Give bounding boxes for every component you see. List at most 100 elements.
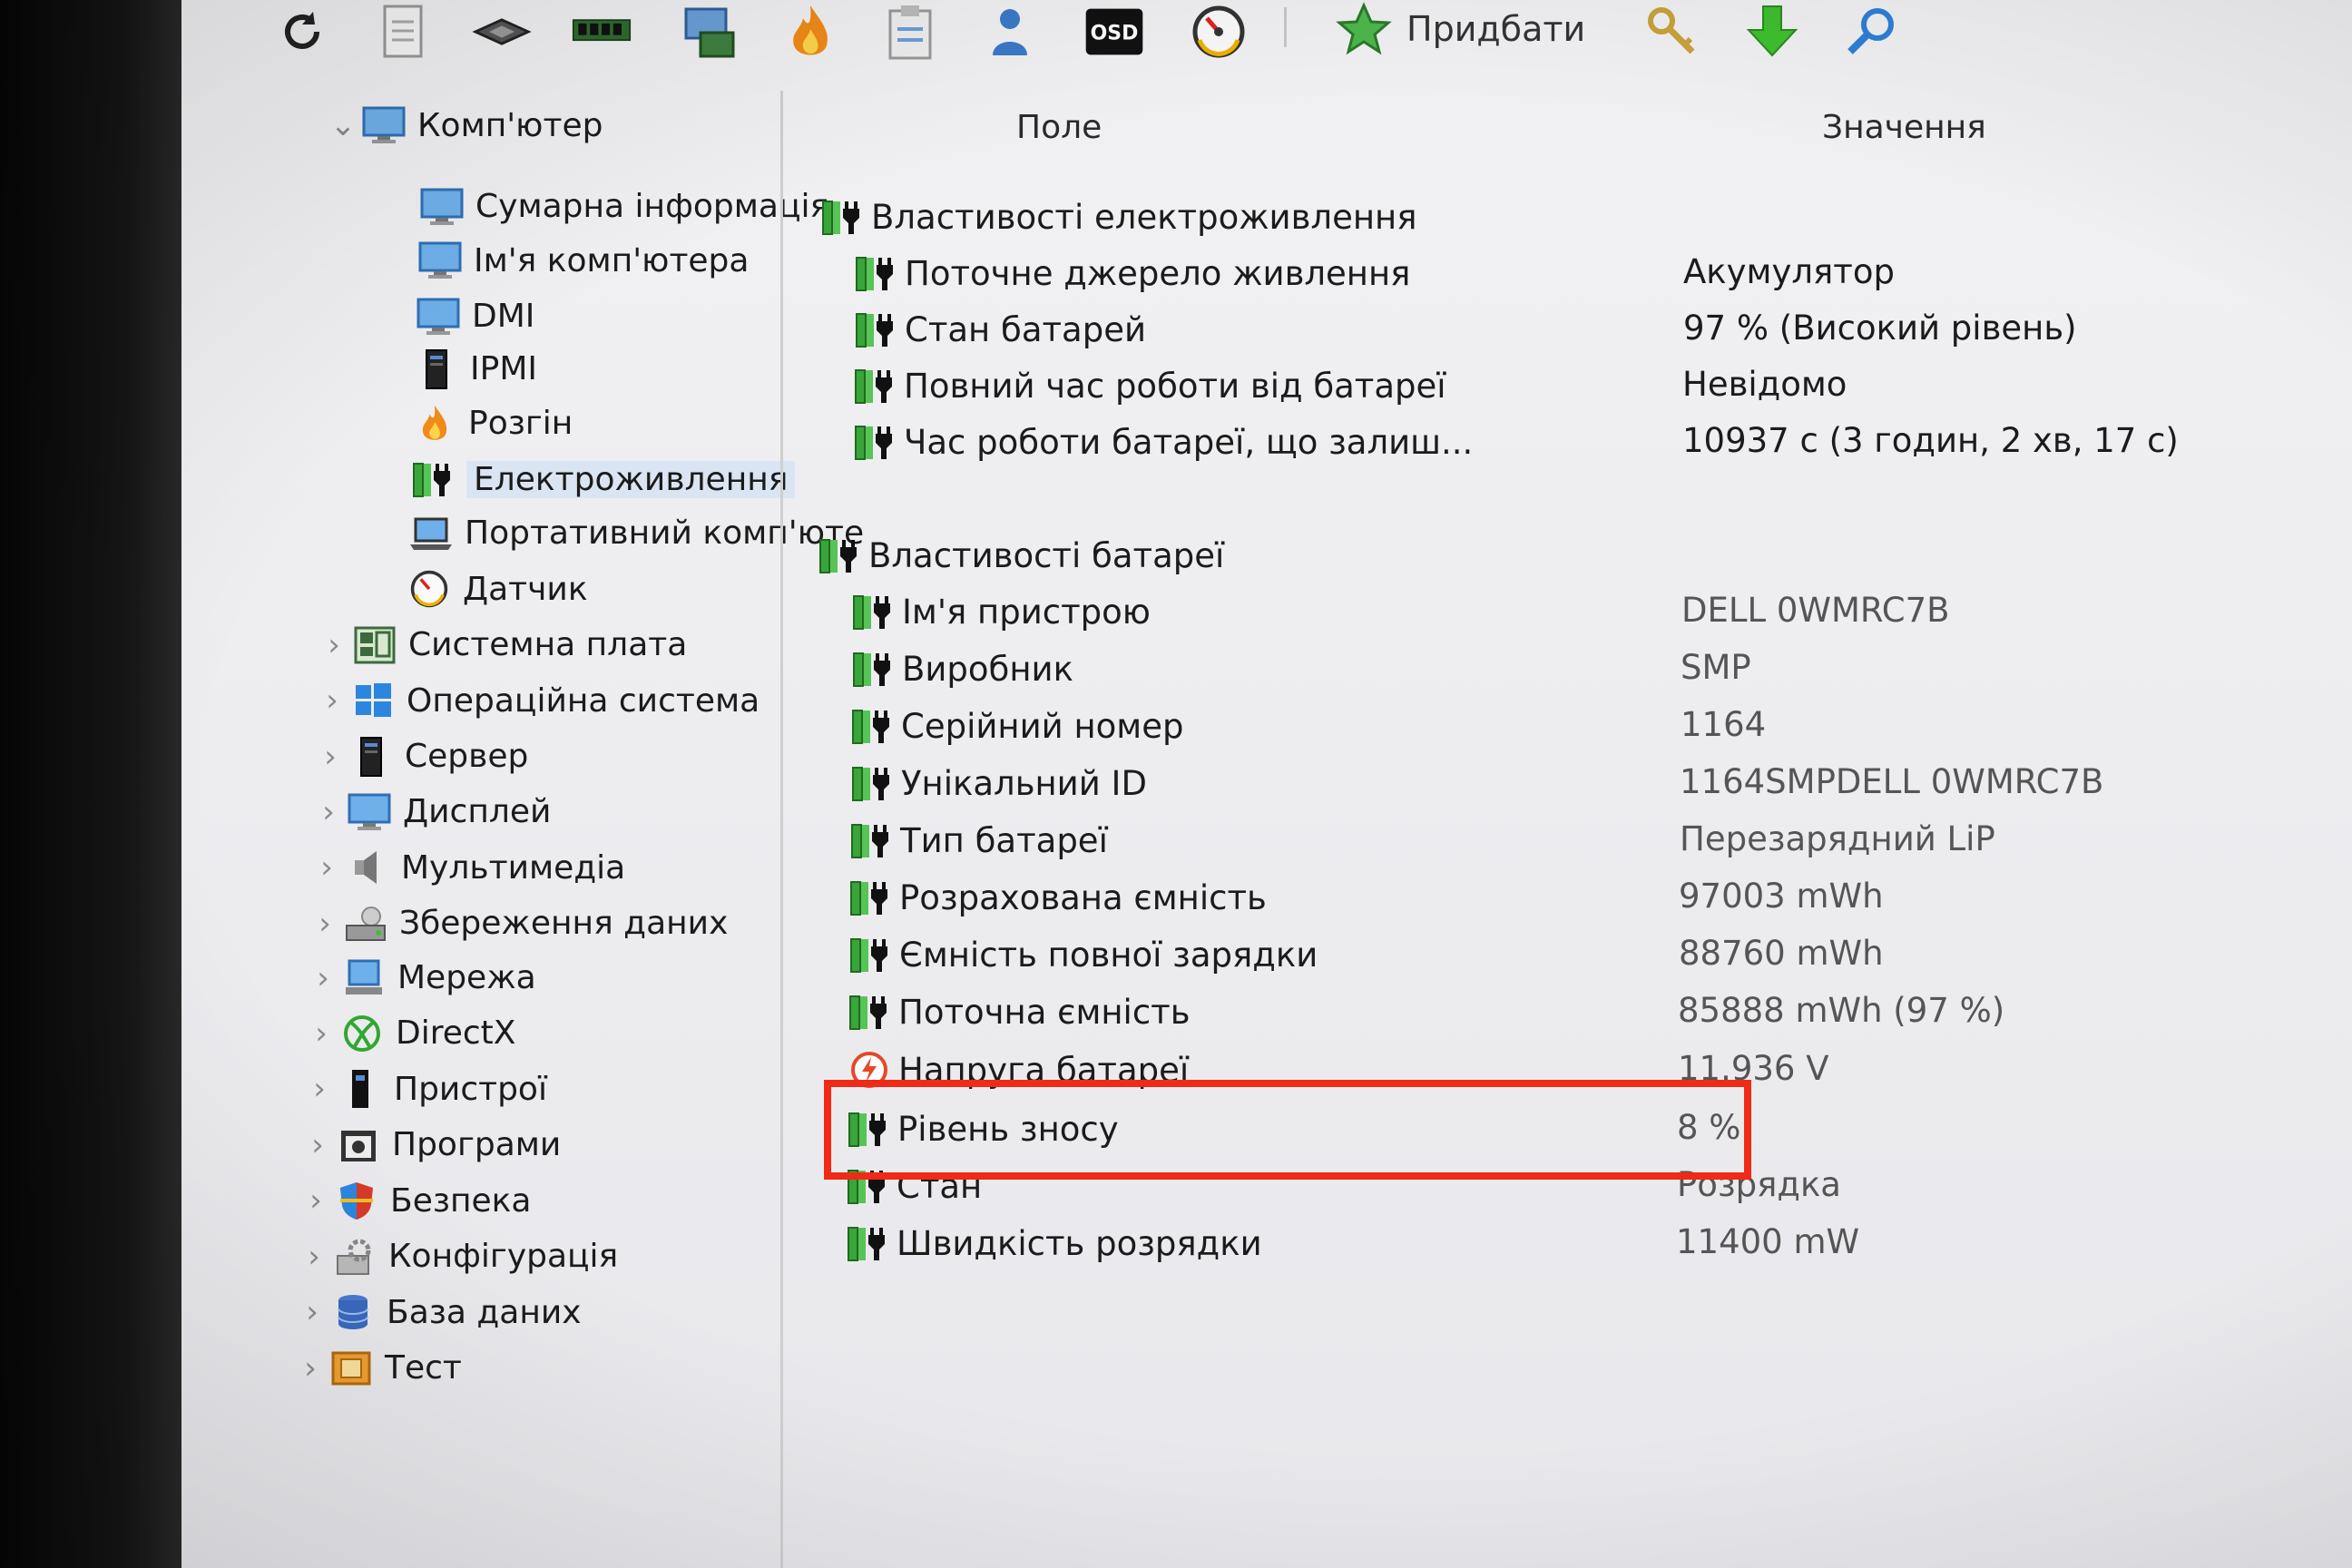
refresh-icon[interactable] — [272, 2, 332, 62]
list-item[interactable]: Стан батарей — [850, 303, 1146, 356]
tree-item[interactable]: DMI — [414, 291, 534, 342]
field-label: Унікальний ID — [901, 763, 1147, 803]
battery-plug-icon — [408, 456, 457, 502]
tree-item-label: Датчик — [463, 570, 588, 608]
tree-item[interactable]: › Програми — [301, 1120, 561, 1171]
chevron-right-icon[interactable]: › — [309, 898, 341, 949]
battery-plug-icon — [850, 250, 901, 297]
tree-item[interactable]: › Операційна система — [316, 675, 760, 726]
chevron-right-icon[interactable]: › — [310, 842, 343, 893]
chevron-right-icon[interactable]: › — [294, 1343, 327, 1394]
chevron-right-icon[interactable]: › — [303, 1063, 336, 1114]
field-label: Розрахована ємність — [899, 877, 1267, 917]
group-header[interactable]: Властивості електроживлення — [817, 191, 1416, 243]
chevron-right-icon[interactable]: › — [301, 1120, 334, 1171]
pane-divider[interactable] — [780, 91, 783, 1568]
chevron-right-icon[interactable]: › — [316, 675, 348, 726]
tree-item-label: Системна плата — [408, 626, 688, 664]
list-item[interactable]: Поточне джерело живлення — [850, 247, 1410, 299]
details-list: Поле Значення Властивості електроживленн… — [808, 91, 2352, 1568]
motherboard-icon[interactable] — [472, 2, 532, 62]
clipboard-icon[interactable] — [880, 2, 940, 62]
gauge-icon[interactable] — [1189, 2, 1249, 62]
tree-item[interactable]: Електроживлення — [408, 454, 796, 505]
tree-item-label: Комп'ютер — [417, 106, 603, 144]
search-icon[interactable] — [1842, 2, 1902, 62]
tree-item-label: Мультимедіа — [401, 848, 626, 887]
column-header-field[interactable]: Поле — [1016, 109, 1102, 146]
flame-icon[interactable] — [780, 2, 840, 62]
download-arrow-icon[interactable] — [1742, 2, 1802, 62]
tree-item[interactable]: › Тест — [294, 1343, 462, 1394]
tree-item[interactable]: › DirectX — [305, 1008, 515, 1059]
buy-button[interactable]: Придбати — [1334, 2, 1585, 56]
tree-item[interactable]: Портативний комп'юте — [407, 508, 864, 559]
list-item[interactable]: Час роботи батареї, що залиш... — [849, 416, 1473, 468]
navigation-tree: ⌄ Комп'ютер Сумарна інформація Ім'я комп'ют… — [181, 100, 864, 1568]
tree-item[interactable]: ⌄ Комп'ютер — [327, 100, 603, 151]
tree-item-label: Розгін — [468, 405, 573, 443]
field-value: SMP — [1681, 648, 1751, 687]
tree-item[interactable]: › Сервер — [314, 731, 528, 782]
field-label: Повний час роботи від батареї — [904, 366, 1446, 406]
tree-item[interactable]: › Безпека — [299, 1175, 531, 1226]
tree-item[interactable]: Датчик — [405, 564, 588, 614]
field-value: Перезарядний LiP — [1680, 819, 1995, 858]
aida64-window: OSD Придбати ⌄ Комп'ютер Сумарна інформаці… — [181, 0, 2352, 1568]
report-icon[interactable] — [374, 2, 434, 62]
chevron-right-icon[interactable]: › — [305, 1008, 338, 1059]
list-item[interactable]: Ім'я пристрою — [848, 585, 1151, 638]
memory-icon[interactable] — [572, 2, 632, 62]
tree-item[interactable]: IPMI — [412, 344, 537, 395]
tree-item[interactable]: Розгін — [410, 398, 573, 449]
tree-item[interactable]: Сумарна інформація — [417, 181, 829, 232]
tree-item[interactable]: › Пристрої — [303, 1063, 547, 1114]
list-item[interactable]: Розрахована ємність — [845, 871, 1267, 924]
list-item[interactable]: Повний час роботи від батареї — [849, 359, 1446, 412]
tree-item[interactable]: › Конфігурація — [298, 1231, 618, 1282]
battery-plug-icon — [814, 532, 865, 579]
list-item[interactable]: Швидкість розрядки — [842, 1217, 1262, 1269]
tree-item[interactable]: › Мультимедіа — [310, 842, 625, 893]
battery-plug-icon — [848, 588, 898, 635]
list-item[interactable]: Ємність повної зарядки — [845, 928, 1318, 981]
laptop-icon — [407, 511, 456, 556]
chevron-right-icon[interactable]: › — [314, 731, 347, 782]
tree-item[interactable]: › Дисплей — [312, 787, 551, 838]
list-item[interactable]: Унікальний ID — [847, 757, 1147, 809]
chevron-right-icon[interactable]: › — [318, 620, 350, 671]
field-label: Виробник — [902, 649, 1073, 689]
chevron-right-icon[interactable]: › — [299, 1175, 332, 1226]
field-value: 1164 — [1681, 705, 1767, 744]
list-item[interactable]: Виробник — [848, 642, 1073, 695]
osd-icon[interactable]: OSD — [1084, 2, 1144, 62]
database-icon — [328, 1289, 377, 1335]
field-label: Швидкість розрядки — [897, 1223, 1262, 1263]
shield-icon — [332, 1178, 381, 1223]
tree-item[interactable]: › Системна плата — [318, 620, 687, 671]
chevron-right-icon[interactable]: › — [296, 1287, 328, 1338]
list-item[interactable]: Поточна ємність — [844, 985, 1191, 1038]
tree-item[interactable]: › База даних — [296, 1287, 581, 1338]
column-header-value[interactable]: Значення — [1822, 109, 1986, 146]
list-item[interactable]: Тип батареї — [846, 814, 1108, 867]
network-card-icon[interactable] — [681, 2, 740, 62]
key-icon[interactable] — [1642, 2, 1702, 62]
group-header[interactable]: Властивості батареї — [814, 529, 1224, 582]
chevron-right-icon[interactable]: › — [298, 1231, 330, 1282]
tree-item[interactable]: Ім'я комп'ютера — [416, 235, 749, 286]
tree-item[interactable]: › Збереження даних — [309, 898, 728, 949]
motherboard-icon — [350, 622, 399, 668]
windows-logo-icon — [348, 678, 397, 723]
tree-item[interactable]: › Мережа — [307, 953, 536, 1004]
user-icon[interactable] — [980, 2, 1040, 62]
chevron-right-icon[interactable]: › — [312, 787, 345, 838]
battery-plug-icon — [849, 418, 900, 466]
chevron-down-icon[interactable]: ⌄ — [327, 100, 359, 151]
toolbar: OSD Придбати — [181, 0, 2352, 71]
battery-plug-icon — [844, 988, 895, 1035]
battery-plug-icon — [847, 702, 897, 750]
field-label: Тип батареї — [900, 820, 1108, 860]
chevron-right-icon[interactable]: › — [307, 953, 339, 1004]
list-item[interactable]: Серійний номер — [847, 700, 1183, 752]
